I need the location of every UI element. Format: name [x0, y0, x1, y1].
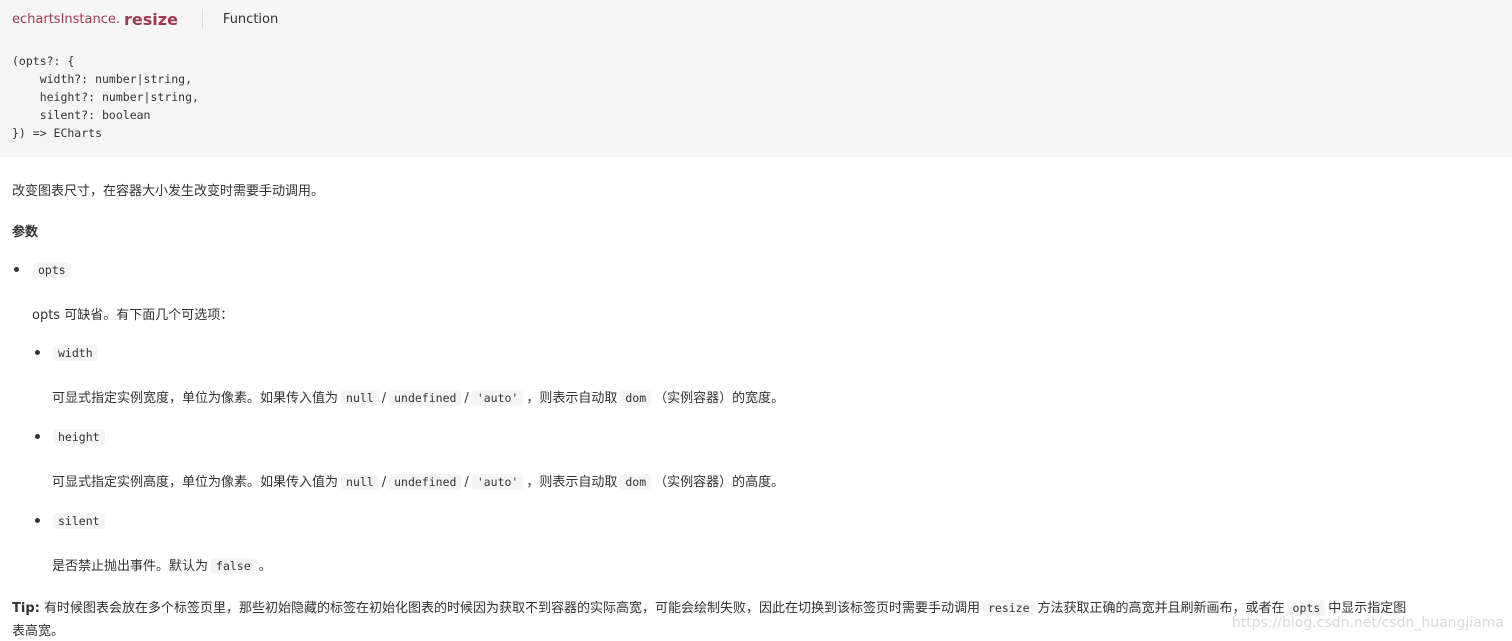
desc-text: 。	[258, 559, 272, 574]
method-prefix: echartsInstance.	[12, 11, 120, 27]
code-dom: dom	[620, 474, 652, 490]
slash-text: /	[381, 475, 387, 490]
tip-line-1: Tip: 有时候图表会放在多个标签页里，那些初始隐藏的标签在初始化图表的时候因为…	[12, 597, 1406, 616]
api-doc-page: echartsInstance. resize Function (opts?:…	[0, 0, 1512, 641]
code-null: null	[341, 390, 379, 406]
param-opts: opts	[30, 262, 74, 278]
bullet-dot	[35, 434, 40, 439]
param-height: height	[50, 429, 108, 445]
tip-text: 有时候图表会放在多个标签页里，那些初始隐藏的标签在初始化图表的时候因为获取不到容…	[43, 601, 980, 616]
param-name-code: width	[53, 345, 98, 361]
tip-line-2: 表高宽。	[12, 624, 65, 639]
code-line: silent?: boolean	[12, 108, 151, 122]
desc-text: 是否禁止抛出事件。默认为	[52, 559, 209, 574]
code-line: height?: number|string,	[12, 90, 199, 104]
slash-text: /	[464, 475, 469, 490]
code-null: null	[341, 474, 379, 490]
param-opts-desc: opts 可缺省。有下面几个可选项：	[32, 308, 234, 323]
code-dom: dom	[620, 390, 652, 406]
param-name-code: silent	[53, 513, 105, 529]
desc-text: （实例容器）的宽度。	[654, 391, 785, 406]
param-name-code: opts	[33, 262, 71, 278]
code-line: width?: number|string,	[12, 72, 193, 86]
param-silent-desc: 是否禁止抛出事件。默认为 false。	[52, 555, 272, 574]
method-name: resize	[124, 9, 178, 29]
param-width-desc: 可显式指定实例宽度，单位为像素。如果传入值为 null / undefined /'au…	[52, 387, 784, 406]
code-undefined: undefined	[389, 390, 462, 406]
desc-text: 可显式指定实例高度，单位为像素。如果传入值为	[52, 475, 339, 490]
param-silent: silent	[50, 513, 108, 529]
slash-text: /	[464, 391, 469, 406]
param-name-code: height	[53, 429, 105, 445]
tip-text: 方法获取正确的高宽并且刷新画布，或者在	[1037, 601, 1285, 616]
code-auto: 'auto'	[471, 390, 524, 406]
code-undefined: undefined	[389, 474, 462, 490]
desc-text: （实例容器）的高度。	[654, 475, 785, 490]
slash-text: /	[381, 391, 387, 406]
tip-label: Tip:	[12, 601, 40, 616]
desc-text: 可显式指定实例宽度，单位为像素。如果传入值为	[52, 391, 339, 406]
method-description: 改变图表尺寸，在容器大小发生改变时需要手动调用。	[12, 184, 325, 199]
method-kind: Function	[222, 11, 279, 27]
desc-text: ，则表示自动取	[526, 391, 618, 406]
watermark: https://blog.csdn.net/csdn_huangjiama	[1231, 615, 1504, 631]
method-header: echartsInstance. resize Function	[0, 0, 1512, 38]
code-auto: 'auto'	[471, 474, 524, 490]
code-line: }) => ECharts	[12, 126, 103, 140]
header-divider	[201, 9, 203, 29]
signature-code-block: (opts?: { width?: number|string, height?…	[0, 38, 1512, 157]
param-height-desc: 可显式指定实例高度，单位为像素。如果传入值为 null / undefined /'au…	[52, 471, 784, 490]
code-line: (opts?: {	[12, 54, 75, 68]
code-resize: resize	[982, 600, 1035, 616]
bullet-dot	[35, 518, 40, 523]
desc-text: ，则表示自动取	[526, 475, 618, 490]
code-false: false	[211, 558, 256, 574]
param-width: width	[50, 345, 101, 361]
bullet-dot	[35, 350, 40, 355]
tip-text: 中显示指定图	[1328, 601, 1407, 616]
params-heading: 参数	[12, 225, 39, 240]
bullet-dot	[14, 267, 19, 272]
code-opts: opts	[1287, 600, 1326, 616]
